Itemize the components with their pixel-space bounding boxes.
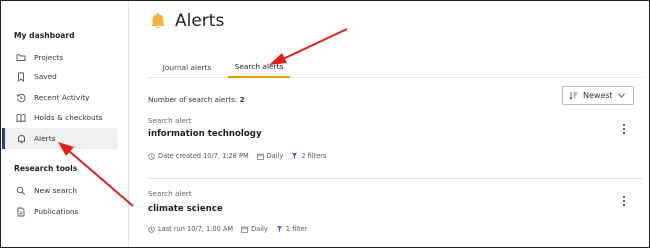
history-icon xyxy=(16,93,26,103)
bell-icon xyxy=(16,134,26,144)
alert-count-label: Number of search alerts: xyxy=(148,95,238,104)
sidebar-item-recent-activity[interactable]: Recent Activity xyxy=(2,87,118,108)
sort-icon xyxy=(569,92,578,100)
sidebar-item-label: Saved xyxy=(34,72,57,81)
more-options-icon[interactable] xyxy=(621,123,627,135)
book-icon xyxy=(16,113,26,123)
alert-tabs: Journal alerts Search alerts xyxy=(148,56,642,78)
page-title: Alerts xyxy=(175,11,225,31)
sort-selected-value: Newest xyxy=(583,91,613,100)
tab-journal-alerts[interactable]: Journal alerts xyxy=(148,56,226,78)
sidebar-heading-research-tools: Research tools xyxy=(14,164,78,173)
sidebar-item-publications[interactable]: Publications xyxy=(2,201,118,222)
sidebar-item-new-search[interactable]: New search xyxy=(2,180,118,201)
sidebar-item-alerts[interactable]: Alerts xyxy=(2,128,118,149)
document-icon xyxy=(16,207,26,217)
alert-frequency: Daily xyxy=(256,152,283,160)
sidebar: My dashboard Projects Saved Recent Activ… xyxy=(1,1,129,247)
bookmark-icon xyxy=(16,72,26,82)
alert-meta: Date created 10/7, 1:28 PM Daily 2 filte… xyxy=(148,152,334,160)
bell-icon xyxy=(151,12,165,29)
alert-filters: 2 filters xyxy=(291,152,326,160)
alert-name[interactable]: information technology xyxy=(148,129,262,139)
sidebar-item-label: Projects xyxy=(34,53,64,62)
folder-icon xyxy=(16,53,26,63)
clock-icon xyxy=(148,225,155,233)
sidebar-item-projects[interactable]: Projects xyxy=(2,47,118,68)
alert-kind: Search alert xyxy=(148,116,192,125)
page-header: Alerts xyxy=(150,11,224,31)
alert-count-value: 2 xyxy=(239,95,245,104)
alert-meta: Last run 10/7, 1:00 AM Daily 1 filter xyxy=(148,225,315,233)
sidebar-item-label: Holds & checkouts xyxy=(34,113,103,122)
clock-icon xyxy=(148,152,155,160)
alert-card[interactable]: Search alert climate science Last run 10… xyxy=(148,189,642,247)
alert-frequency: Daily xyxy=(241,225,268,233)
search-icon xyxy=(16,186,26,196)
divider xyxy=(148,178,642,179)
alert-kind: Search alert xyxy=(148,189,192,198)
main-content: Alerts Journal alerts Search alerts Numb… xyxy=(130,1,649,247)
chevron-down-icon xyxy=(618,93,625,98)
sidebar-item-saved[interactable]: Saved xyxy=(2,66,118,87)
sidebar-item-label: Publications xyxy=(34,207,79,216)
more-options-icon[interactable] xyxy=(621,195,627,207)
window-frame: My dashboard Projects Saved Recent Activ… xyxy=(0,0,650,248)
calendar-icon xyxy=(241,225,248,233)
sidebar-heading-my-dashboard: My dashboard xyxy=(14,31,75,40)
filter-icon xyxy=(276,226,282,232)
tab-search-alerts[interactable]: Search alerts xyxy=(228,56,290,78)
alert-name[interactable]: climate science xyxy=(148,204,223,214)
alert-card[interactable]: Search alert information technology Date… xyxy=(148,116,642,174)
alert-date: Date created 10/7, 1:28 PM xyxy=(148,152,249,160)
sort-dropdown[interactable]: Newest xyxy=(562,86,634,105)
alert-date: Last run 10/7, 1:00 AM xyxy=(148,225,233,233)
filter-icon xyxy=(292,153,298,159)
sidebar-item-holds-checkouts[interactable]: Holds & checkouts xyxy=(2,107,118,128)
alert-count: Number of search alerts: 2 xyxy=(148,95,245,104)
calendar-icon xyxy=(256,152,264,160)
alert-filters: 1 filter xyxy=(276,225,307,233)
sidebar-item-label: Recent Activity xyxy=(34,93,90,102)
sidebar-item-label: Alerts xyxy=(34,134,56,143)
sidebar-item-label: New search xyxy=(34,186,78,195)
